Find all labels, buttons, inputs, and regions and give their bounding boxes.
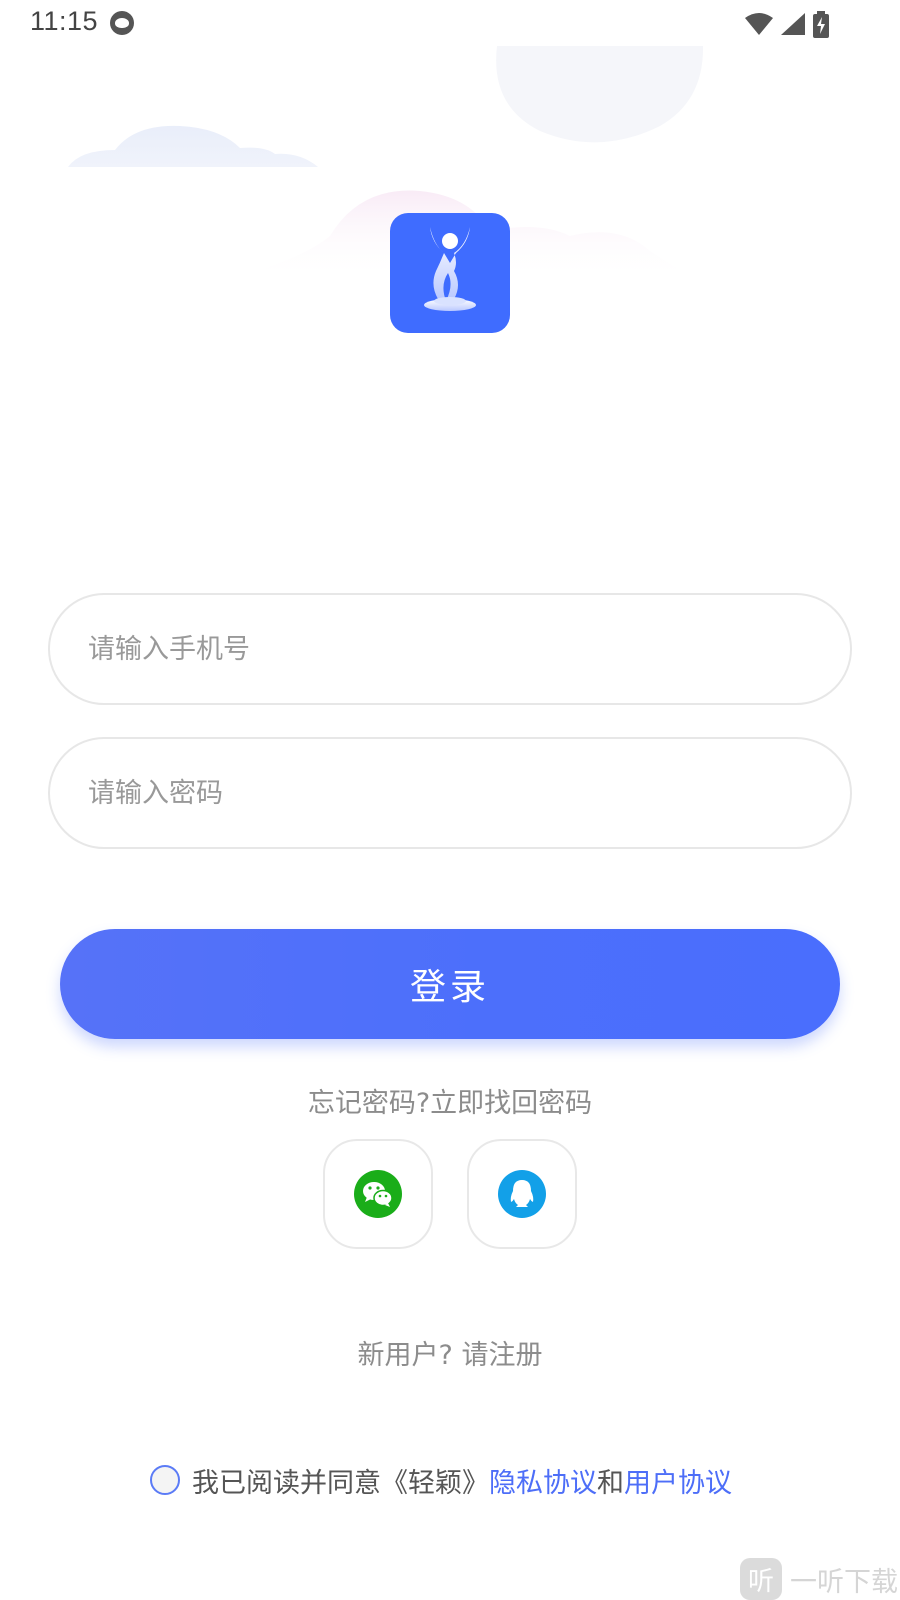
qq-icon bbox=[498, 1170, 546, 1218]
notification-cat-icon bbox=[110, 11, 134, 35]
qq-login-button[interactable] bbox=[467, 1139, 577, 1249]
status-bar: 11:15 bbox=[0, 0, 900, 46]
watermark-logo: 听 bbox=[740, 1558, 782, 1600]
wifi-icon bbox=[745, 13, 773, 35]
status-icons bbox=[744, 10, 830, 38]
password-field-container bbox=[48, 737, 852, 849]
phone-field-container bbox=[48, 593, 852, 705]
app-logo-figure-icon bbox=[424, 227, 476, 311]
agreement-row: 我已阅读并同意《轻颖》 隐私协议 和 用户协议 bbox=[150, 1460, 732, 1500]
app-logo bbox=[390, 213, 510, 333]
watermark: 听 一听下载 bbox=[740, 1558, 898, 1600]
watermark-text: 一听下载 bbox=[790, 1566, 898, 1598]
wechat-login-button[interactable] bbox=[323, 1139, 433, 1249]
signal-icon bbox=[781, 13, 805, 35]
battery-charging-icon bbox=[813, 10, 829, 38]
wechat-icon bbox=[354, 1170, 402, 1218]
forgot-password-link[interactable]: 忘记密码?立即找回密码 bbox=[0, 1081, 900, 1120]
register-link[interactable]: 新用户? 请注册 bbox=[0, 1333, 900, 1372]
agreement-prefix: 我已阅读并同意《轻颖》 bbox=[192, 1467, 489, 1499]
phone-input[interactable] bbox=[88, 595, 808, 703]
privacy-policy-link[interactable]: 隐私协议 bbox=[489, 1461, 597, 1500]
login-button[interactable]: 登录 bbox=[60, 929, 840, 1039]
agree-checkbox[interactable] bbox=[150, 1465, 180, 1495]
password-input[interactable] bbox=[88, 739, 808, 847]
status-time: 11:15 bbox=[30, 6, 99, 36]
agreement-conjunction: 和 bbox=[597, 1467, 624, 1499]
user-agreement-link[interactable]: 用户协议 bbox=[624, 1461, 732, 1500]
